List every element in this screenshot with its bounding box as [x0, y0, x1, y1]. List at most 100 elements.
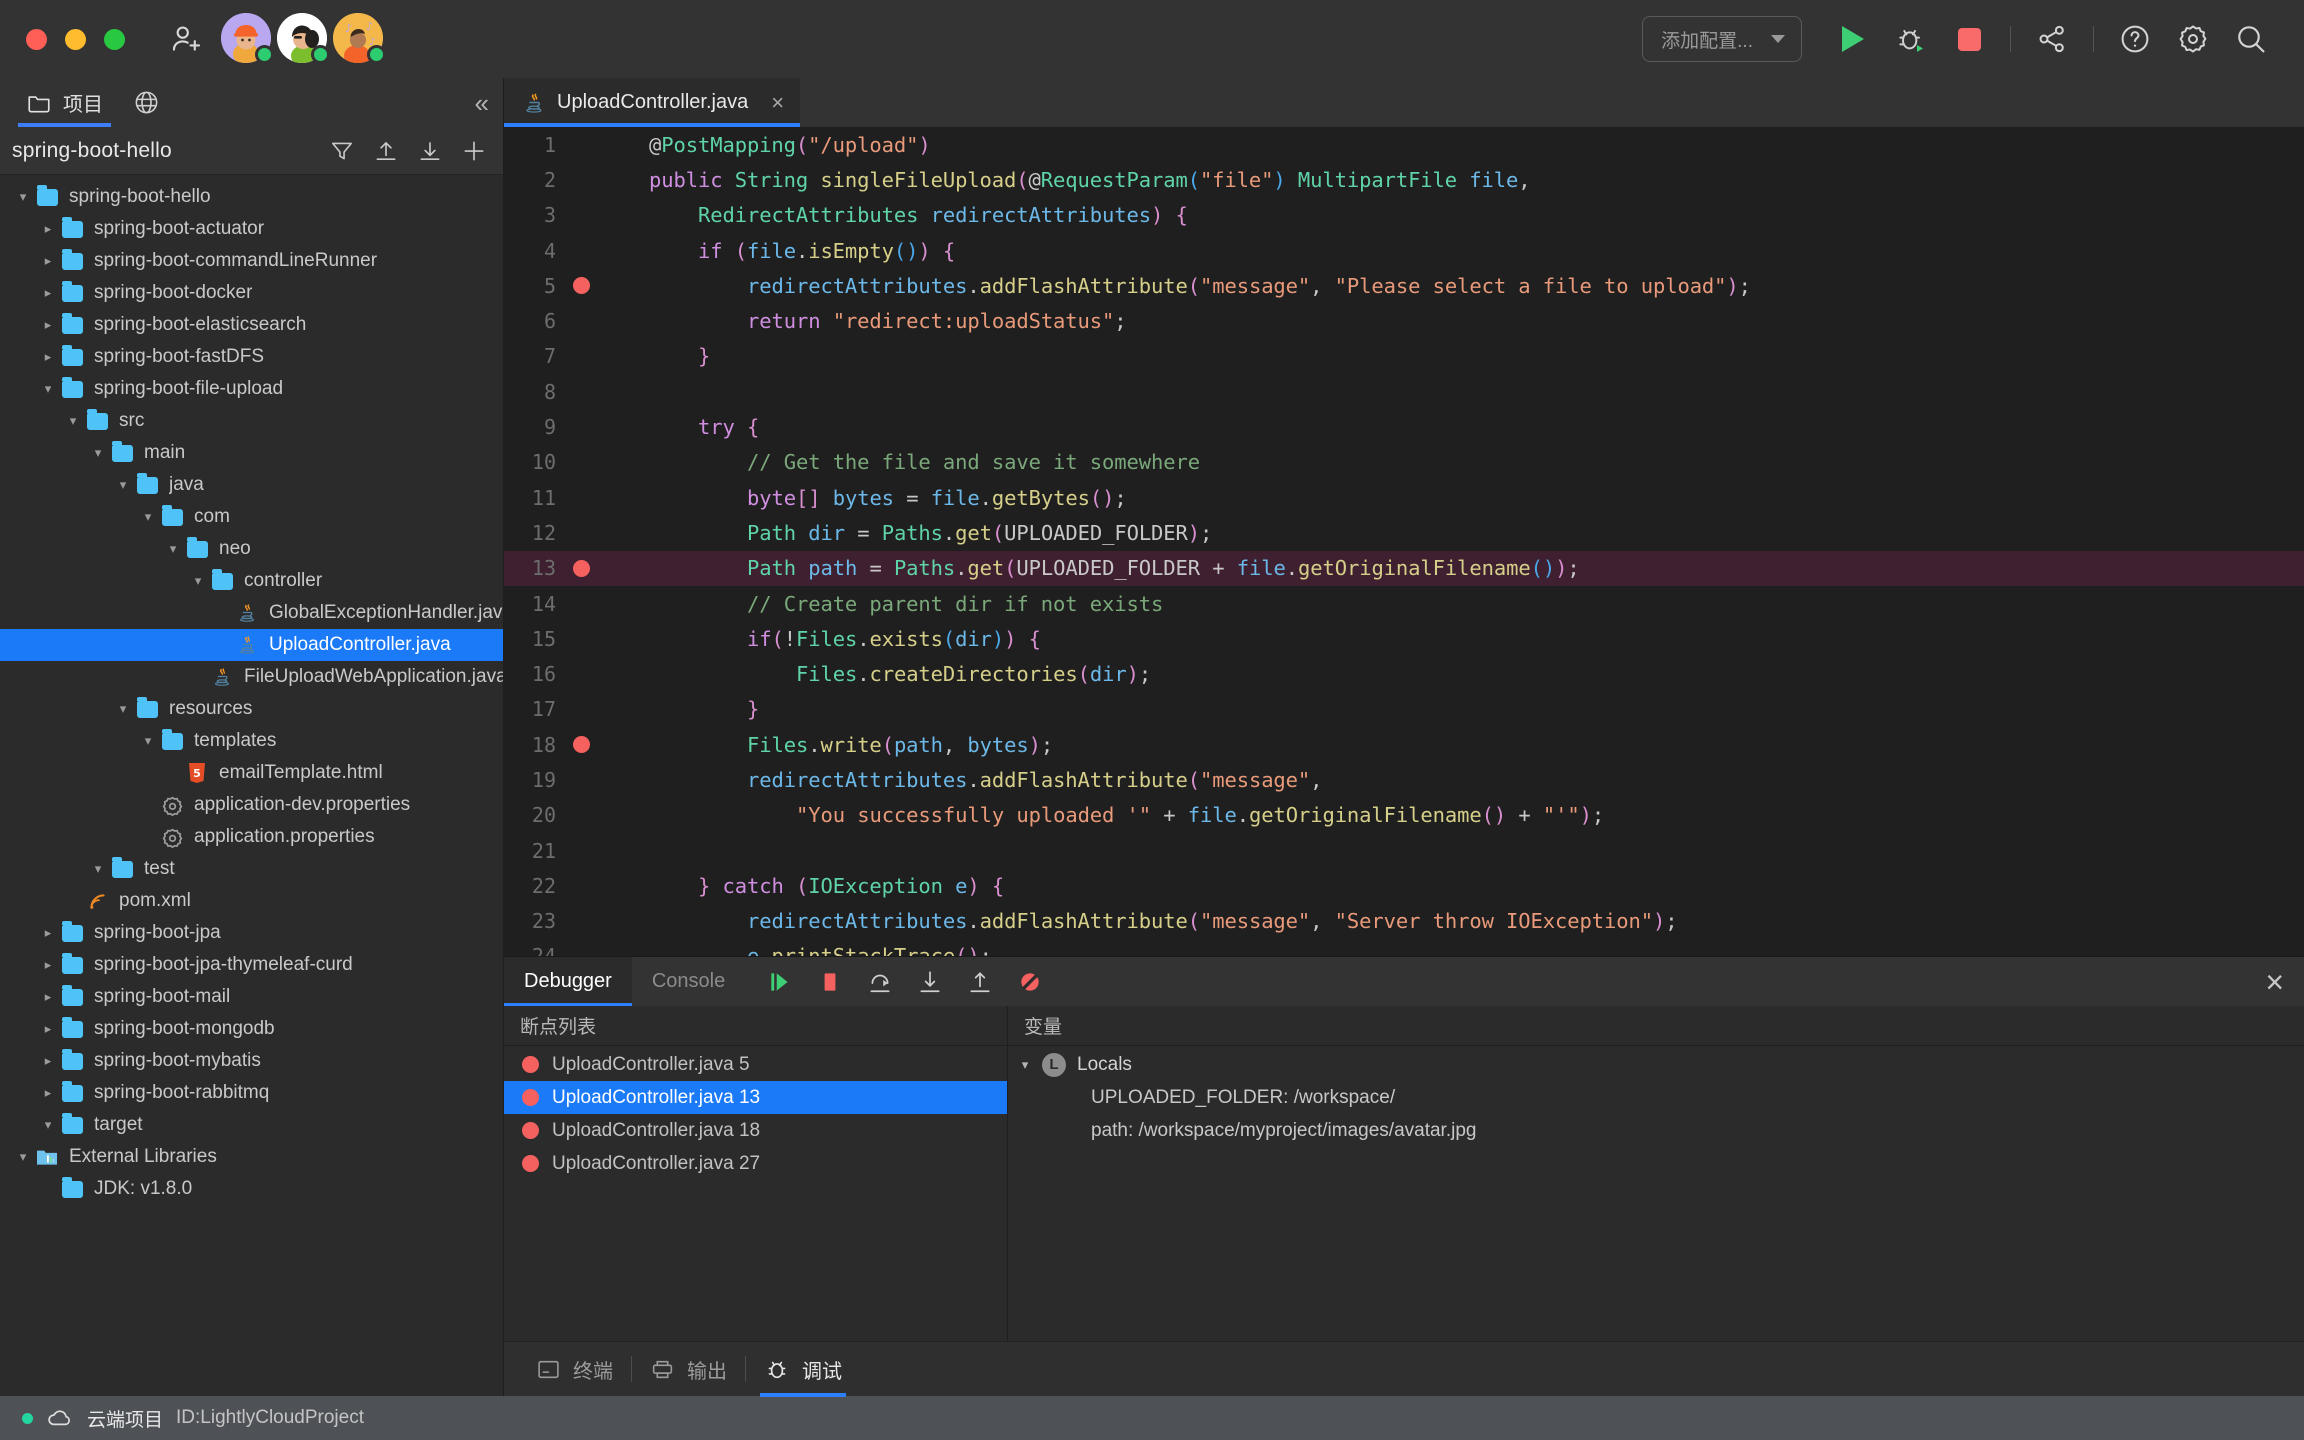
code-line[interactable]: 5 redirectAttributes.addFlashAttribute("… [504, 268, 2304, 303]
chevron-down-icon[interactable]: ▾ [162, 541, 184, 557]
tree-item[interactable]: ▾ main [0, 437, 503, 469]
chevron-right-icon[interactable]: ▸ [37, 317, 59, 333]
tree-item[interactable]: ▾ com [0, 501, 503, 533]
code-line[interactable]: 23 redirectAttributes.addFlashAttribute(… [504, 904, 2304, 939]
tree-item[interactable]: JDK: v1.8.0 [0, 1173, 503, 1205]
code-line[interactable]: 17 } [504, 692, 2304, 727]
code-line[interactable]: 3 RedirectAttributes redirectAttributes)… [504, 198, 2304, 233]
step-into-icon[interactable] [909, 961, 951, 1003]
tree-item[interactable]: ▸ spring-boot-actuator [0, 213, 503, 245]
tab-console[interactable]: Console [632, 957, 745, 1006]
chevron-down-icon[interactable]: ▾ [187, 573, 209, 589]
code-line[interactable]: 24 e.printStackTrace(); [504, 939, 2304, 956]
close-window-button[interactable] [26, 28, 47, 50]
breakpoint-row[interactable]: UploadController.java 18 [504, 1114, 1007, 1147]
breakpoint-list[interactable]: UploadController.java 5 UploadController.… [504, 1046, 1007, 1341]
help-button[interactable] [2112, 16, 2158, 62]
code-line[interactable]: 16 Files.createDirectories(dir); [504, 656, 2304, 691]
tree-item[interactable]: ▾ test [0, 853, 503, 885]
tree-item[interactable]: ▸ spring-boot-elasticsearch [0, 309, 503, 341]
code-line[interactable]: 13 Path path = Paths.get(UPLOADED_FOLDER… [504, 550, 2304, 586]
code-line[interactable]: 7 } [504, 339, 2304, 374]
run-button[interactable] [1830, 16, 1876, 62]
code-line[interactable]: 20 "You successfully uploaded '" + file.… [504, 798, 2304, 833]
chevron-down-icon[interactable]: ▾ [12, 1149, 34, 1165]
variable-row[interactable]: UPLOADED_FOLDER: /workspace/ [1008, 1081, 2304, 1114]
search-button[interactable] [2228, 16, 2274, 62]
chevron-down-icon[interactable]: ▾ [137, 733, 159, 749]
code-line[interactable]: 15 if(!Files.exists(dir)) { [504, 621, 2304, 656]
tree-item[interactable]: ▸ spring-boot-commandLineRunner [0, 245, 503, 277]
tree-item[interactable]: application.properties [0, 821, 503, 853]
code-line[interactable]: 8 [504, 374, 2304, 409]
chevron-down-icon[interactable]: ▾ [37, 1117, 59, 1133]
upload-icon[interactable] [369, 134, 403, 168]
tree-item[interactable]: ▸ spring-boot-jpa [0, 917, 503, 949]
share-button[interactable] [2029, 16, 2075, 62]
tree-item[interactable]: ▾ controller [0, 565, 503, 597]
code-line[interactable]: 1 @PostMapping("/upload") [504, 127, 2304, 162]
sidebar-tab-web[interactable] [121, 78, 172, 127]
step-over-icon[interactable] [859, 961, 901, 1003]
tree-item[interactable]: ▾ External Libraries [0, 1141, 503, 1173]
variables-group-locals[interactable]: ▾ L Locals [1008, 1048, 2304, 1081]
chevron-right-icon[interactable]: ▸ [37, 285, 59, 301]
chevron-down-icon[interactable]: ▾ [87, 861, 109, 877]
chevron-down-icon[interactable]: ▾ [137, 509, 159, 525]
code-line[interactable]: 9 try { [504, 409, 2304, 444]
stop-icon[interactable] [809, 961, 851, 1003]
tree-item[interactable]: ▸ spring-boot-docker [0, 277, 503, 309]
avatar[interactable]: ♪ ♪ ♪ [333, 13, 386, 65]
chevron-down-icon[interactable]: ▾ [112, 701, 134, 717]
code-line[interactable]: 22 } catch (IOException e) { [504, 868, 2304, 903]
chevron-right-icon[interactable]: ▸ [37, 925, 59, 941]
breakpoint-row[interactable]: UploadController.java 13 [504, 1081, 1007, 1114]
tree-item[interactable]: ▾ src [0, 405, 503, 437]
chevron-down-icon[interactable]: ▾ [62, 413, 84, 429]
tree-item[interactable]: ▾ java [0, 469, 503, 501]
editor-tab-uploadcontroller[interactable]: UploadController.java × [504, 78, 801, 127]
tree-item[interactable]: ▾ neo [0, 533, 503, 565]
tab-debugger[interactable]: Debugger [504, 957, 632, 1006]
minimize-window-button[interactable] [65, 28, 86, 50]
code-line[interactable]: 14 // Create parent dir if not exists [504, 586, 2304, 621]
close-debug-panel-button[interactable]: × [2265, 966, 2284, 998]
mute-breakpoints-icon[interactable] [1009, 961, 1051, 1003]
variable-row[interactable]: path: /workspace/myproject/images/avatar… [1008, 1114, 2304, 1147]
code-line[interactable]: 10 // Get the file and save it somewhere [504, 445, 2304, 480]
tree-item[interactable]: ▾ templates [0, 725, 503, 757]
step-out-icon[interactable] [959, 961, 1001, 1003]
avatar[interactable] [221, 13, 274, 65]
settings-button[interactable] [2170, 16, 2216, 62]
tree-item[interactable]: application-dev.properties [0, 789, 503, 821]
tree-item[interactable]: ▸ spring-boot-mybatis [0, 1045, 503, 1077]
chevron-down-icon[interactable]: ▾ [12, 189, 34, 205]
plus-icon[interactable] [457, 134, 491, 168]
tool-tab-debug[interactable]: 调试 [746, 1342, 860, 1397]
code-line[interactable]: 11 byte[] bytes = file.getBytes(); [504, 480, 2304, 515]
chevron-down-icon[interactable]: ▾ [87, 445, 109, 461]
code-line[interactable]: 4 if (file.isEmpty()) { [504, 233, 2304, 268]
breakpoint-marker[interactable] [562, 736, 600, 754]
code-line[interactable]: 18 Files.write(path, bytes); [504, 727, 2304, 762]
collapse-sidebar-button[interactable]: « [475, 90, 489, 116]
code-line[interactable]: 21 [504, 833, 2304, 868]
code-line[interactable]: 12 Path dir = Paths.get(UPLOADED_FOLDER)… [504, 515, 2304, 550]
avatar[interactable] [277, 13, 330, 65]
code-line[interactable]: 2 public String singleFileUpload(@Reques… [504, 162, 2304, 197]
tree-item[interactable]: UploadController.java [0, 629, 503, 661]
chevron-right-icon[interactable]: ▸ [37, 989, 59, 1005]
tree-item[interactable]: GlobalExceptionHandler.java [0, 597, 503, 629]
add-user-icon[interactable] [167, 19, 207, 59]
breakpoint-row[interactable]: UploadController.java 27 [504, 1147, 1007, 1180]
chevron-down-icon[interactable]: ▾ [37, 381, 59, 397]
chevron-right-icon[interactable]: ▸ [37, 221, 59, 237]
tree-item[interactable]: ▸ spring-boot-rabbitmq [0, 1077, 503, 1109]
tree-item[interactable]: ▾ spring-boot-file-upload [0, 373, 503, 405]
project-tree[interactable]: ▾ spring-boot-hello ▸ spring-boot-actuator ▸… [0, 175, 503, 1396]
chevron-right-icon[interactable]: ▸ [37, 1053, 59, 1069]
code-line[interactable]: 6 return "redirect:uploadStatus"; [504, 303, 2304, 338]
chevron-right-icon[interactable]: ▸ [37, 1085, 59, 1101]
tree-item[interactable]: ▸ spring-boot-fastDFS [0, 341, 503, 373]
code-line[interactable]: 19 redirectAttributes.addFlashAttribute(… [504, 762, 2304, 797]
